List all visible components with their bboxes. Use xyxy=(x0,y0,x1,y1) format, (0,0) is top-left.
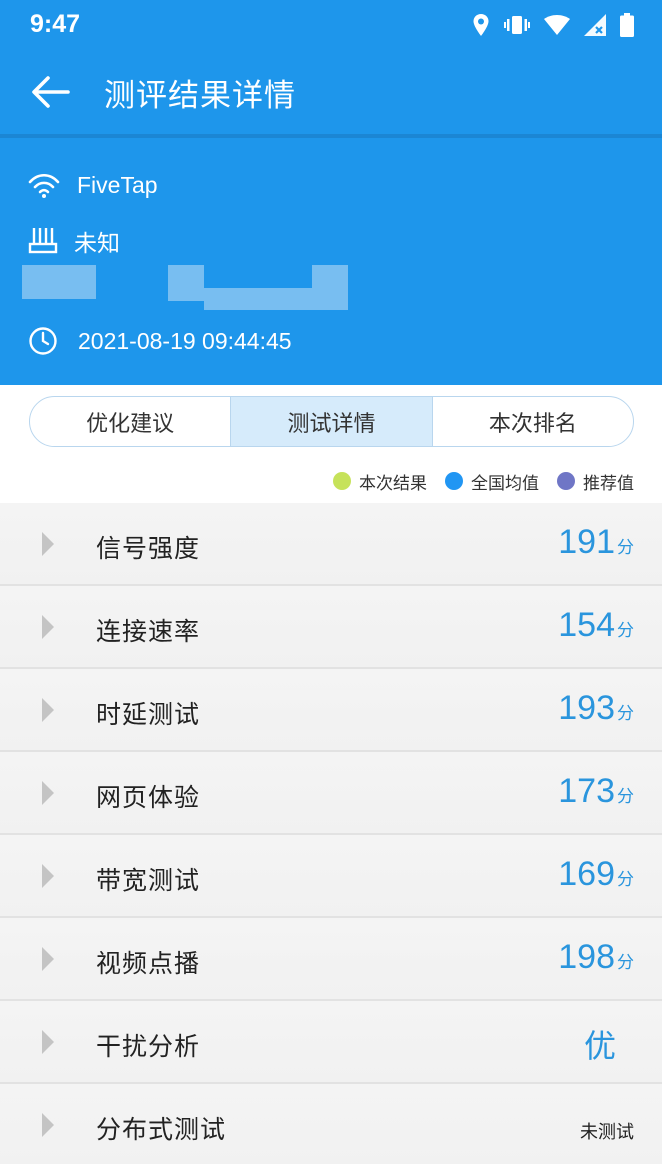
score-value: 191 xyxy=(558,523,615,561)
result-score: 193 分 xyxy=(558,689,634,728)
router-row: 未知 xyxy=(28,224,120,258)
result-label: 信号强度 xyxy=(96,534,201,563)
expand-arrow-icon xyxy=(42,615,54,639)
back-button[interactable] xyxy=(26,70,74,114)
app-bar: 测评结果详情 xyxy=(0,50,662,134)
expand-arrow-icon xyxy=(42,864,54,888)
expand-arrow-icon xyxy=(42,781,54,805)
arrow-left-icon xyxy=(32,76,70,108)
score-value: 193 xyxy=(558,689,615,727)
page-title: 测评结果详情 xyxy=(104,78,296,114)
ssid-row: FiveTap xyxy=(28,172,158,199)
tab-ranking[interactable]: 本次排名 xyxy=(433,397,633,446)
result-score: 198 分 xyxy=(558,938,634,977)
score-value: 173 xyxy=(558,772,615,810)
score-unit: 分 xyxy=(617,787,634,807)
network-info-panel: FiveTap 未知 2021-08-19 09:44:45 xyxy=(0,134,662,385)
result-label: 分布式测试 xyxy=(96,1115,227,1144)
test-datetime: 2021-08-19 09:44:45 xyxy=(78,327,292,354)
router-icon xyxy=(28,228,58,254)
result-score: 173 分 xyxy=(558,772,634,811)
result-item-signal[interactable]: 信号强度 191 分 xyxy=(0,503,662,586)
tab-test-details[interactable]: 测试详情 xyxy=(231,397,433,446)
expand-arrow-icon xyxy=(42,698,54,722)
score-unit: 分 xyxy=(617,538,634,558)
legend-item: 推荐值 xyxy=(557,469,634,494)
wifi-icon xyxy=(544,15,570,35)
location-icon xyxy=(472,13,490,37)
wifi-signal-icon xyxy=(28,173,60,198)
result-item-bandwidth[interactable]: 带宽测试 169 分 xyxy=(0,835,662,918)
result-score: 154 分 xyxy=(558,606,634,645)
result-score: 191 分 xyxy=(558,523,634,562)
score-value: 154 xyxy=(558,606,615,644)
status-bar: 9:47 xyxy=(0,0,662,50)
legend-dot xyxy=(557,472,575,490)
result-grade: 优 xyxy=(583,1027,616,1065)
test-time-row: 2021-08-19 09:44:45 xyxy=(28,326,292,356)
result-label: 网页体验 xyxy=(96,783,201,812)
score-unit: 分 xyxy=(617,621,634,641)
result-item-interference[interactable]: 干扰分析 优 xyxy=(0,1001,662,1084)
result-status: 未测试 xyxy=(580,1122,634,1143)
expand-arrow-icon xyxy=(42,1030,54,1054)
legend-label: 推荐值 xyxy=(583,473,634,494)
status-time: 9:47 xyxy=(30,10,81,38)
legend-label: 本次结果 xyxy=(359,473,427,494)
legend-item: 本次结果 xyxy=(333,469,427,494)
result-item-web-experience[interactable]: 网页体验 173 分 xyxy=(0,752,662,835)
ssid-name: FiveTap xyxy=(77,172,158,198)
result-label: 连接速率 xyxy=(96,617,201,646)
segmented-tabs: 优化建议 测试详情 本次排名 xyxy=(29,396,634,447)
legend-item: 全国均值 xyxy=(445,469,539,494)
result-label: 时延测试 xyxy=(96,700,201,729)
result-score: 169 分 xyxy=(558,855,634,894)
status-icons xyxy=(472,12,634,38)
result-label: 带宽测试 xyxy=(96,866,201,895)
clock-icon xyxy=(29,327,57,355)
expand-arrow-icon xyxy=(42,1113,54,1137)
result-item-video[interactable]: 视频点播 198 分 xyxy=(0,918,662,1001)
battery-icon xyxy=(620,13,634,37)
score-value: 198 xyxy=(558,938,615,976)
score-unit: 分 xyxy=(617,953,634,973)
score-unit: 分 xyxy=(617,870,634,890)
redacted-block xyxy=(22,265,96,299)
result-item-link-rate[interactable]: 连接速率 154 分 xyxy=(0,586,662,669)
cellular-no-signal-icon xyxy=(584,14,606,36)
vibrate-icon xyxy=(504,14,530,36)
legend-label: 全国均值 xyxy=(471,473,539,494)
expand-arrow-icon xyxy=(42,947,54,971)
score-unit: 分 xyxy=(617,704,634,724)
router-model: 未知 xyxy=(74,230,120,256)
redacted-block xyxy=(168,265,204,301)
legend: 本次结果 全国均值 推荐值 xyxy=(315,468,634,494)
redacted-block xyxy=(312,265,348,310)
result-list: 信号强度 191 分 连接速率 154 分 时延测试 193 分 网页体验 17… xyxy=(0,503,662,1164)
result-label: 视频点播 xyxy=(96,949,201,978)
expand-arrow-icon xyxy=(42,532,54,556)
result-label: 干扰分析 xyxy=(96,1032,201,1061)
result-item-latency[interactable]: 时延测试 193 分 xyxy=(0,669,662,752)
legend-dot xyxy=(333,472,351,490)
legend-dot xyxy=(445,472,463,490)
redacted-block xyxy=(204,288,312,310)
tab-optimization[interactable]: 优化建议 xyxy=(30,397,232,446)
result-item-distributed[interactable]: 分布式测试 未测试 xyxy=(0,1084,662,1164)
score-value: 169 xyxy=(558,855,615,893)
